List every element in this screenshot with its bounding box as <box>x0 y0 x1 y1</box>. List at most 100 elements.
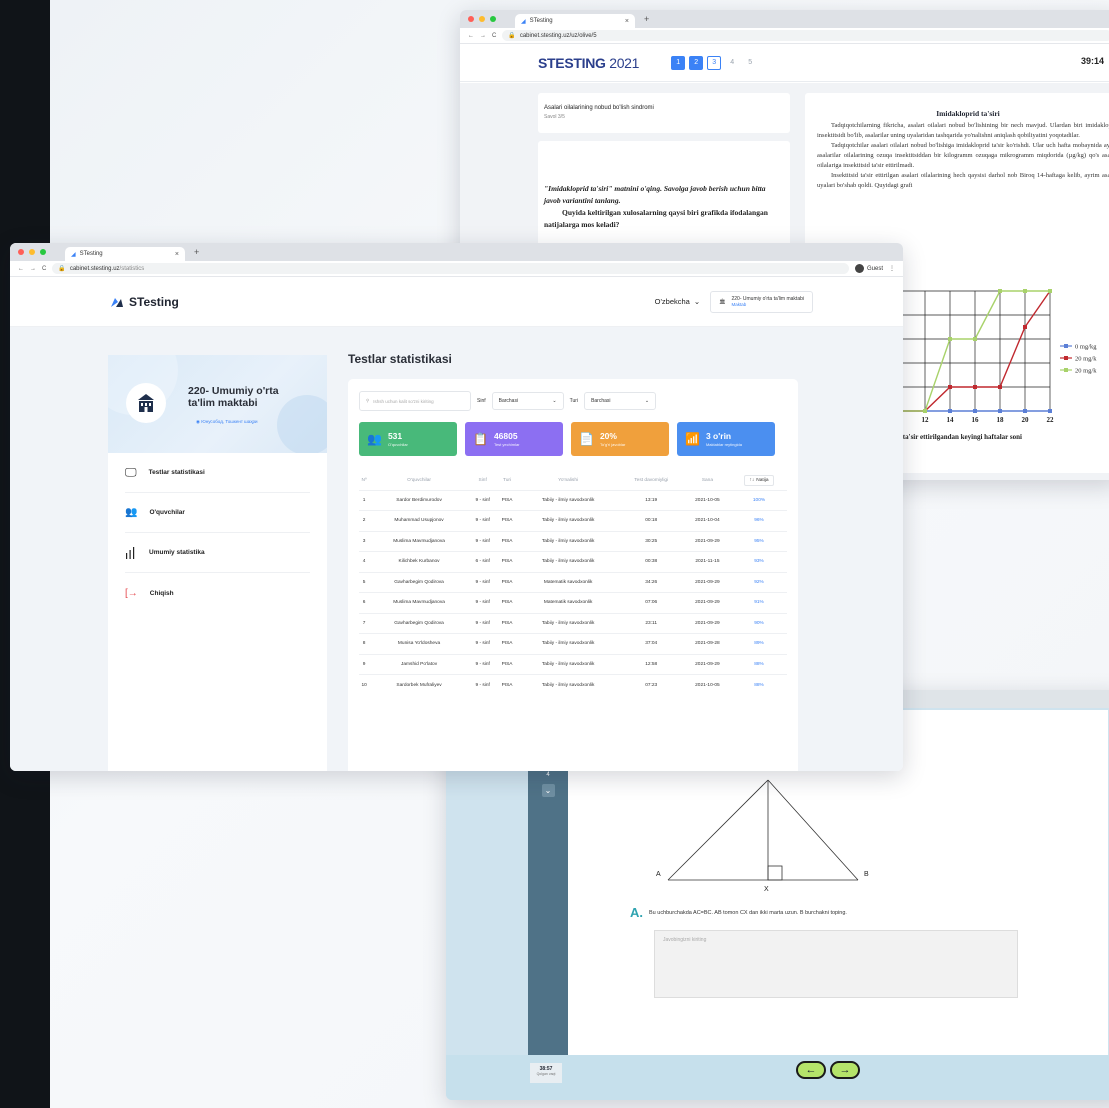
table-cell: PISA <box>496 612 518 634</box>
table-cell: 9 - sinf <box>468 674 497 695</box>
next-button[interactable]: → <box>830 1061 860 1079</box>
minimize-dot-icon[interactable] <box>29 249 35 255</box>
timer-box: 38:57 Qolgan vaqt <box>530 1063 562 1083</box>
forward-icon[interactable]: → <box>480 33 486 39</box>
type-filter-label: Turi <box>569 398 579 404</box>
type-filter-select[interactable]: Barchasi ⌄ <box>584 392 657 410</box>
sidebar-item-tests-stats[interactable]: 🖵 Testlar statistikasi <box>125 453 310 493</box>
chevron-down-icon[interactable]: ⌄ <box>541 784 555 797</box>
browser-menu-icon[interactable]: ⋮ <box>889 265 895 272</box>
maximize-dot-icon[interactable] <box>490 16 496 22</box>
forward-icon[interactable]: → <box>30 266 36 272</box>
table-row[interactable]: 2 Muhammad Usupjonov 9 - sinf PISA Tabiiy - … <box>359 510 787 531</box>
answer-input[interactable]: Javobingizni kiriting <box>654 930 1018 998</box>
class-filter-select[interactable]: Barchasi ⌄ <box>491 392 564 410</box>
search-placeholder: Ishsh uchun kalit so'zni kiriting <box>373 398 434 404</box>
nav-buttons: ← → <box>796 1061 860 1079</box>
page-1[interactable]: 1 <box>671 55 686 70</box>
answer-letter: A. <box>630 905 643 920</box>
table-cell: 6 <box>359 592 370 613</box>
new-tab-icon[interactable]: + <box>644 14 649 24</box>
table-cell: 9 - sinf <box>468 653 497 675</box>
question-title: Asalari oilalarining nobud bo'lish sindr… <box>544 105 654 111</box>
table-row[interactable]: 5 Gavharbegim Qodirova 9 - sinf PISA Matemat… <box>359 571 787 593</box>
close-dot-icon[interactable] <box>468 16 474 22</box>
page-2[interactable]: 2 <box>689 55 704 70</box>
browser-tabstrip: ◢ STesting × + <box>10 243 903 261</box>
table-cell: 9 - sinf <box>468 592 497 613</box>
users-icon: 👥 <box>125 507 138 518</box>
brand[interactable]: STesting <box>110 295 179 309</box>
table-cell: 9 - sinf <box>468 612 497 634</box>
sort-result-button[interactable]: ↑↓ Natija <box>744 475 774 487</box>
dashboard-body: 220- Umumiy o'rta ta'lim maktabi ◉ Юнусо… <box>10 327 903 771</box>
table-body: 1 Sardor Berdimurodov 9 - sinf PISA Tabiiy -… <box>359 489 787 695</box>
school-name: 220- Umumiy o'rta ta'lim maktabi <box>188 385 279 409</box>
search-input[interactable]: ⚲ Ishsh uchun kalit so'zni kiriting <box>359 391 471 411</box>
table-cell: Tabiiy - ilmiy savodxonlik <box>517 551 619 572</box>
reload-icon[interactable]: C <box>492 33 496 39</box>
table-row[interactable]: 9 Jamshid Po'latov 9 - sinf PISA Tabiiy - il… <box>359 653 787 675</box>
page-title: Testlar statistikasi <box>348 352 452 366</box>
question-text: Quyida keltirilgan xulosalarning qaysi b… <box>544 208 768 229</box>
table-cell: 30:25 <box>618 530 684 552</box>
table-cell: 96% <box>731 510 787 531</box>
x-tick-label: 16 <box>972 416 980 424</box>
school-building-icon <box>138 394 154 412</box>
table-cell: Tabiiy - ilmiy savodxonlik <box>517 674 619 695</box>
table-cell: 2021-11-15 <box>683 551 732 572</box>
col-header-class: Sinf <box>478 478 487 484</box>
table-cell: 9 - sinf <box>468 510 497 531</box>
article-paragraph-2: Tadqiqotchilar asalari oilalari nobud bo… <box>817 142 1109 169</box>
col-header-direction: Yo'nalishi <box>558 478 579 484</box>
table-cell: 9 <box>359 653 370 675</box>
sidebar-item-general-stats[interactable]: Umumiy statistika <box>125 533 310 573</box>
table-row[interactable]: 1 Sardor Berdimurodov 9 - sinf PISA Tabiiy -… <box>359 489 787 511</box>
sidebar-item-logout[interactable]: [→ Chiqish <box>125 573 310 613</box>
table-cell: 9 - sinf <box>468 530 497 552</box>
prev-button[interactable]: ← <box>796 1061 826 1079</box>
new-tab-icon[interactable]: + <box>194 247 199 257</box>
table-row[interactable]: 6 Muslima Mavmudjanova 9 - sinf PISA Matemat… <box>359 592 787 613</box>
back-icon[interactable]: ← <box>468 33 474 39</box>
table-cell: 89% <box>731 633 787 654</box>
school-card: 220- Umumiy o'rta ta'lim maktabi ◉ Юнусо… <box>108 355 327 453</box>
school-account-button[interactable]: 🏛 220- Umumiy o'rta ta'lim maktabi Makta… <box>710 290 813 313</box>
table-cell: 2021-10-04 <box>683 510 732 531</box>
table-row[interactable]: 3 Muslima Mavmudjanova 9 - sinf PISA Tabiiy … <box>359 530 787 552</box>
legend-marker <box>1064 356 1068 360</box>
reload-icon[interactable]: C <box>42 266 46 272</box>
tab-close-icon[interactable]: × <box>625 18 629 25</box>
table-row[interactable]: 10 Sardorbek Mufraliyev 9 - sinf PISA Tabiiy… <box>359 674 787 695</box>
tab-close-icon[interactable]: × <box>175 251 179 258</box>
table-row[interactable]: 4 Kilichbek Kurbanov 6 - sinf PISA Tabiiy - … <box>359 551 787 572</box>
table-cell: 4 <box>359 551 370 572</box>
sidebar-item-label: Testlar statistikasi <box>148 469 205 476</box>
guest-profile[interactable]: Guest <box>854 264 883 273</box>
question-title-card: Asalari oilalarining nobud bo'lish sindr… <box>538 93 790 133</box>
table-row[interactable]: 8 Munisa Yo'ldosheva 9 - sinf PISA Tabiiy - … <box>359 633 787 654</box>
address-bar[interactable]: 🔒 cabinet.stesting.uz/uz/olive/5 <box>502 30 1109 41</box>
minimize-dot-icon[interactable] <box>479 16 485 22</box>
back-icon[interactable]: ← <box>18 266 24 272</box>
page-3[interactable]: 3 <box>707 55 722 70</box>
legend-marker <box>1064 368 1068 372</box>
guest-label: Guest <box>866 265 883 272</box>
browser-tab[interactable]: ◢ STesting × <box>65 247 185 261</box>
test-timer: 39:14 <box>1080 56 1104 66</box>
data-point <box>1023 289 1027 293</box>
col-header-result[interactable]: ↑↓ Natija <box>731 472 787 490</box>
sidebar-item-students[interactable]: 👥 O'quvchilar <box>125 493 310 533</box>
table-row[interactable]: 7 Gavharbegim Qodirova 9 - sinf PISA Tabiiy … <box>359 612 787 634</box>
maximize-dot-icon[interactable] <box>40 249 46 255</box>
page-5[interactable]: 5 <box>743 56 757 70</box>
page-4[interactable]: 4 <box>725 56 739 70</box>
table-cell: PISA <box>496 674 518 695</box>
browser-tab[interactable]: ◢ STesting × <box>515 14 635 28</box>
article-paragraph-3: Insektitsid ta'sir ettirilgan asalari oi… <box>817 172 1109 189</box>
table-cell: Jamshid Po'latov <box>369 653 469 675</box>
language-select[interactable]: O'zbekcha ⌄ <box>655 297 701 306</box>
test-header: STESTING 2021 1 2 3 4 5 <box>460 44 1109 82</box>
close-dot-icon[interactable] <box>18 249 24 255</box>
address-bar[interactable]: 🔒 cabinet.stesting.uz/statistics <box>52 263 849 274</box>
